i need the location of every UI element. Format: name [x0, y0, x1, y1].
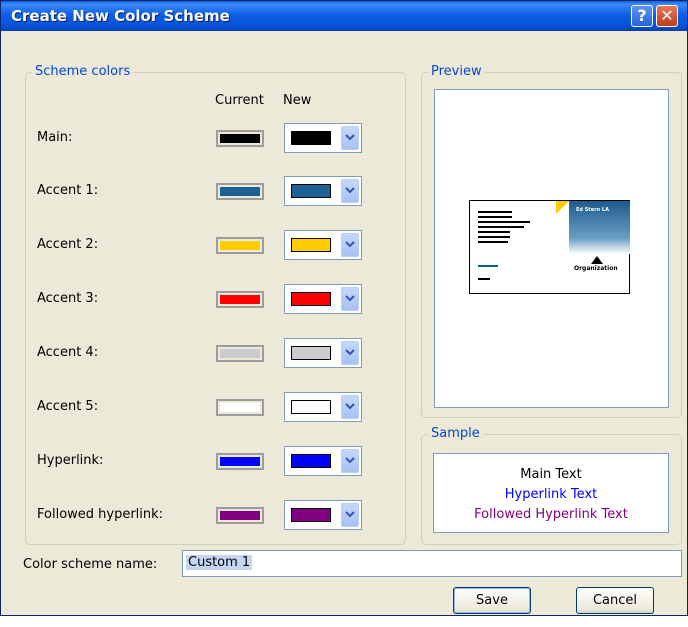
dropdown-button[interactable] — [341, 126, 359, 150]
card-logo-icon — [591, 256, 603, 264]
close-icon: ✕ — [660, 6, 674, 25]
card-text-line — [478, 231, 510, 233]
current-color-swatch — [216, 507, 264, 524]
card-organization: Organization — [574, 265, 618, 272]
preview-pane: Ed Stern LA Organization — [434, 89, 669, 408]
title-bar[interactable]: Create New Color Scheme ? ✕ — [1, 1, 687, 31]
current-color-swatch — [216, 237, 264, 254]
chevron-down-icon — [345, 295, 355, 302]
card-text-line — [478, 236, 510, 238]
color-row-label: Accent 3: — [37, 291, 99, 306]
cancel-button[interactable]: Cancel — [576, 587, 654, 614]
scheme-name-value: Custom 1 — [186, 555, 253, 570]
dialog-window: Create New Color Scheme ? ✕ Scheme color… — [0, 0, 688, 616]
new-color-picker[interactable] — [284, 446, 362, 476]
current-color-fill — [220, 349, 260, 358]
card-text-line — [478, 226, 524, 228]
current-color-swatch — [216, 291, 264, 308]
chevron-down-icon — [345, 403, 355, 410]
chevron-down-icon — [345, 511, 355, 518]
color-row-label: Main: — [37, 130, 73, 145]
scheme-name-input[interactable]: Custom 1 — [182, 550, 682, 577]
chevron-down-icon — [345, 349, 355, 356]
new-color-swatch — [291, 184, 331, 198]
new-color-swatch — [291, 238, 331, 252]
dropdown-button[interactable] — [341, 341, 359, 365]
new-color-picker[interactable] — [284, 338, 362, 368]
current-color-fill — [220, 187, 260, 196]
card-text-line — [478, 216, 512, 218]
scheme-colors-legend: Scheme colors — [32, 64, 134, 79]
card-company-name: Ed Stern LA — [576, 207, 609, 213]
new-column-header: New — [283, 93, 312, 108]
sample-legend: Sample — [428, 426, 483, 441]
dropdown-button[interactable] — [341, 233, 359, 257]
current-color-swatch — [216, 183, 264, 200]
current-color-fill — [220, 403, 260, 412]
current-color-fill — [220, 457, 260, 466]
preview-legend: Preview — [428, 64, 485, 79]
color-row-label: Accent 1: — [37, 183, 99, 198]
new-color-picker[interactable] — [284, 176, 362, 206]
color-row-label: Followed hyperlink: — [37, 507, 164, 522]
card-corner-accent — [556, 201, 569, 214]
chevron-down-icon — [345, 134, 355, 141]
card-footer-line — [478, 278, 490, 280]
dropdown-button[interactable] — [341, 503, 359, 527]
new-color-swatch — [291, 346, 331, 360]
scheme-name-label: Color scheme name: — [23, 557, 158, 572]
current-color-fill — [220, 134, 260, 143]
sample-hyperlink-text: Hyperlink Text — [504, 487, 598, 502]
new-color-picker[interactable] — [284, 230, 362, 260]
new-color-swatch — [291, 292, 331, 306]
card-text-line — [478, 211, 512, 213]
card-text-line — [478, 221, 530, 223]
business-card-preview: Ed Stern LA Organization — [469, 200, 630, 294]
current-color-fill — [220, 295, 260, 304]
chevron-down-icon — [345, 187, 355, 194]
sample-main-text: Main Text — [520, 467, 582, 482]
color-row-label: Accent 5: — [37, 399, 99, 414]
dropdown-button[interactable] — [341, 395, 359, 419]
color-row-label: Hyperlink: — [37, 453, 104, 468]
chevron-down-icon — [345, 457, 355, 464]
chevron-down-icon — [345, 241, 355, 248]
sample-pane: Main Text Hyperlink Text Followed Hyperl… — [433, 453, 669, 533]
new-color-swatch — [291, 508, 331, 522]
current-color-swatch — [216, 130, 264, 147]
new-color-picker[interactable] — [284, 284, 362, 314]
new-color-picker[interactable] — [284, 392, 362, 422]
help-button[interactable]: ? — [631, 5, 653, 27]
current-color-swatch — [216, 399, 264, 416]
current-column-header: Current — [215, 93, 264, 108]
new-color-picker[interactable] — [284, 500, 362, 530]
dropdown-button[interactable] — [341, 287, 359, 311]
save-button[interactable]: Save — [453, 587, 531, 614]
new-color-swatch — [291, 400, 331, 414]
new-color-picker[interactable] — [284, 123, 362, 153]
color-row-label: Accent 2: — [37, 237, 99, 252]
color-row-label: Accent 4: — [37, 345, 99, 360]
dropdown-button[interactable] — [341, 449, 359, 473]
current-color-fill — [220, 241, 260, 250]
card-link-line — [478, 265, 498, 267]
sample-followed-hyperlink-text: Followed Hyperlink Text — [474, 507, 628, 522]
help-icon: ? — [637, 6, 647, 25]
current-color-fill — [220, 511, 260, 520]
new-color-swatch — [291, 454, 331, 468]
dropdown-button[interactable] — [341, 179, 359, 203]
dialog-title: Create New Color Scheme — [11, 7, 230, 25]
current-color-swatch — [216, 453, 264, 470]
card-text-line — [478, 241, 508, 243]
current-color-swatch — [216, 345, 264, 362]
close-button[interactable]: ✕ — [656, 5, 678, 27]
new-color-swatch — [291, 131, 331, 145]
